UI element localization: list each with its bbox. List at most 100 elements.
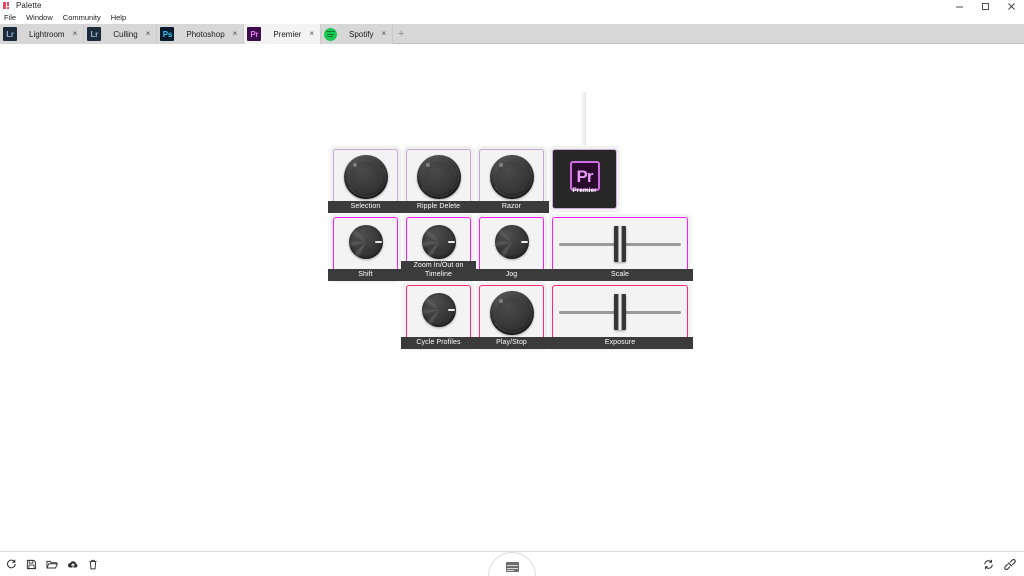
lr-app-icon: Lr	[3, 27, 17, 41]
sync-icon[interactable]	[983, 559, 994, 570]
module-face	[552, 285, 688, 345]
panel-window-icon	[505, 562, 519, 572]
knob-control[interactable]	[348, 225, 383, 259]
module-shift[interactable]: Shift	[328, 214, 403, 281]
tab-close-icon[interactable]: ×	[233, 30, 238, 38]
drawer-handle[interactable]	[488, 552, 536, 576]
tab-culling[interactable]: Lr Culling ×	[84, 24, 158, 44]
tab-photoshop[interactable]: Ps Photoshop ×	[157, 24, 245, 44]
maximize-icon[interactable]	[972, 0, 998, 12]
tab-lightroom[interactable]: Lr Lightroom ×	[0, 24, 85, 44]
tab-label: Photoshop	[186, 29, 225, 39]
knob-glint	[425, 163, 430, 167]
module-exposure[interactable]: Exposure	[547, 282, 693, 349]
module-jog[interactable]: Jog	[474, 214, 549, 281]
save-icon[interactable]	[26, 559, 37, 570]
tab-close-icon[interactable]: ×	[146, 30, 151, 38]
slider-thumb[interactable]	[614, 226, 626, 262]
tab-close-icon[interactable]: ×	[309, 30, 314, 38]
minimize-icon[interactable]	[946, 0, 972, 12]
module-face	[333, 217, 398, 277]
knob-indicator	[447, 241, 455, 243]
module-label: Zoom In/Out on Timeline	[401, 260, 476, 281]
module-label: Shift	[328, 269, 403, 281]
module-row: Selection Ripple Delete Razor Pr Premier	[328, 146, 691, 213]
knob-highlight-arc	[341, 152, 390, 202]
module-zoom-in-out[interactable]: Zoom In/Out on Timeline	[401, 214, 476, 281]
bottom-right-status	[983, 552, 1016, 576]
add-tab-button[interactable]: +	[393, 24, 409, 44]
tab-label: Premier	[273, 29, 302, 39]
menu-item-file[interactable]: File	[4, 12, 22, 24]
module-face	[479, 285, 544, 345]
module-face: Pr Premier	[552, 149, 617, 209]
device-canvas[interactable]: Selection Ripple Delete Razor Pr Premier Shif…	[0, 45, 1024, 551]
ps-app-icon: Ps	[160, 27, 175, 41]
tab-premier[interactable]: Pr Premier ×	[244, 24, 322, 44]
knob-control[interactable]	[421, 293, 456, 327]
tab-close-icon[interactable]: ×	[73, 30, 78, 38]
module-play-stop[interactable]: Play/Stop	[474, 282, 549, 349]
module-face	[333, 149, 398, 209]
tab-spotify[interactable]: Spotify ×	[321, 24, 394, 44]
module-row: Cycle Profiles Play/Stop Exposure	[401, 282, 693, 349]
knob-glint	[498, 299, 503, 303]
palette-app-window: Palette File Window Community Help Lr Lightr…	[0, 0, 1024, 576]
module-label: Jog	[474, 269, 549, 281]
cloud-upload-icon[interactable]	[67, 559, 79, 570]
module-label: Play/Stop	[474, 337, 549, 349]
knob-control[interactable]	[341, 152, 390, 202]
close-icon[interactable]	[998, 0, 1024, 12]
module-label: Exposure	[547, 337, 693, 349]
module-selection[interactable]: Selection	[328, 146, 403, 213]
knob-control[interactable]	[494, 225, 529, 259]
menu-item-window[interactable]: Window	[26, 12, 59, 24]
module-label: Razor	[474, 201, 549, 213]
lr-app-icon: Lr	[87, 27, 102, 41]
menu-item-community[interactable]: Community	[63, 12, 107, 24]
title-bar: Palette	[0, 0, 1024, 12]
knob-control[interactable]	[414, 152, 463, 202]
tab-close-icon[interactable]: ×	[381, 30, 386, 38]
knob-control[interactable]	[487, 288, 536, 338]
open-folder-icon[interactable]	[46, 559, 58, 570]
module-face	[552, 217, 688, 277]
module-label: Scale	[547, 269, 693, 281]
module-face	[479, 217, 544, 277]
knob-glint	[352, 163, 357, 167]
pr-app-icon: Pr	[247, 27, 262, 41]
knob-indicator	[520, 241, 528, 243]
module-razor[interactable]: Razor	[474, 146, 549, 213]
knob-control[interactable]	[487, 152, 536, 202]
palette-device-layout: Selection Ripple Delete Razor Pr Premier Shif…	[328, 92, 693, 349]
module-cycle-profiles[interactable]: Cycle Profiles	[401, 282, 476, 349]
menu-item-help[interactable]: Help	[111, 12, 132, 24]
knob-highlight-arc	[414, 152, 463, 202]
bottom-toolbar	[0, 551, 1024, 576]
refresh-icon[interactable]	[6, 559, 17, 570]
hub-profile-name: Premier	[572, 187, 597, 194]
module-face	[479, 149, 544, 209]
knob-control[interactable]	[421, 225, 456, 259]
slider-thumb[interactable]	[614, 294, 626, 330]
knob-highlight-arc	[487, 152, 536, 202]
tab-strip: Lr Lightroom × Lr Culling × Ps Photoshop × Pr Prem…	[0, 24, 1024, 44]
window-controls	[946, 0, 1024, 12]
module-premier-hub[interactable]: Pr Premier	[549, 146, 620, 212]
tab-label: Spotify	[349, 29, 374, 39]
slider-control[interactable]	[559, 226, 681, 262]
disconnected-plug-icon[interactable]	[1004, 559, 1016, 570]
knob-glint	[498, 163, 503, 167]
trash-icon[interactable]	[88, 559, 98, 570]
bottom-left-actions	[6, 552, 98, 576]
tab-label: Culling	[113, 29, 138, 39]
knob-highlight-arc	[487, 288, 536, 338]
module-label: Cycle Profiles	[401, 337, 476, 349]
knob-indicator	[374, 241, 382, 243]
slider-control[interactable]	[559, 294, 681, 330]
module-scale[interactable]: Scale	[547, 214, 693, 281]
palette-logo-icon	[3, 1, 12, 11]
module-face	[406, 149, 471, 209]
module-ripple-delete[interactable]: Ripple Delete	[401, 146, 476, 213]
module-face	[406, 285, 471, 345]
